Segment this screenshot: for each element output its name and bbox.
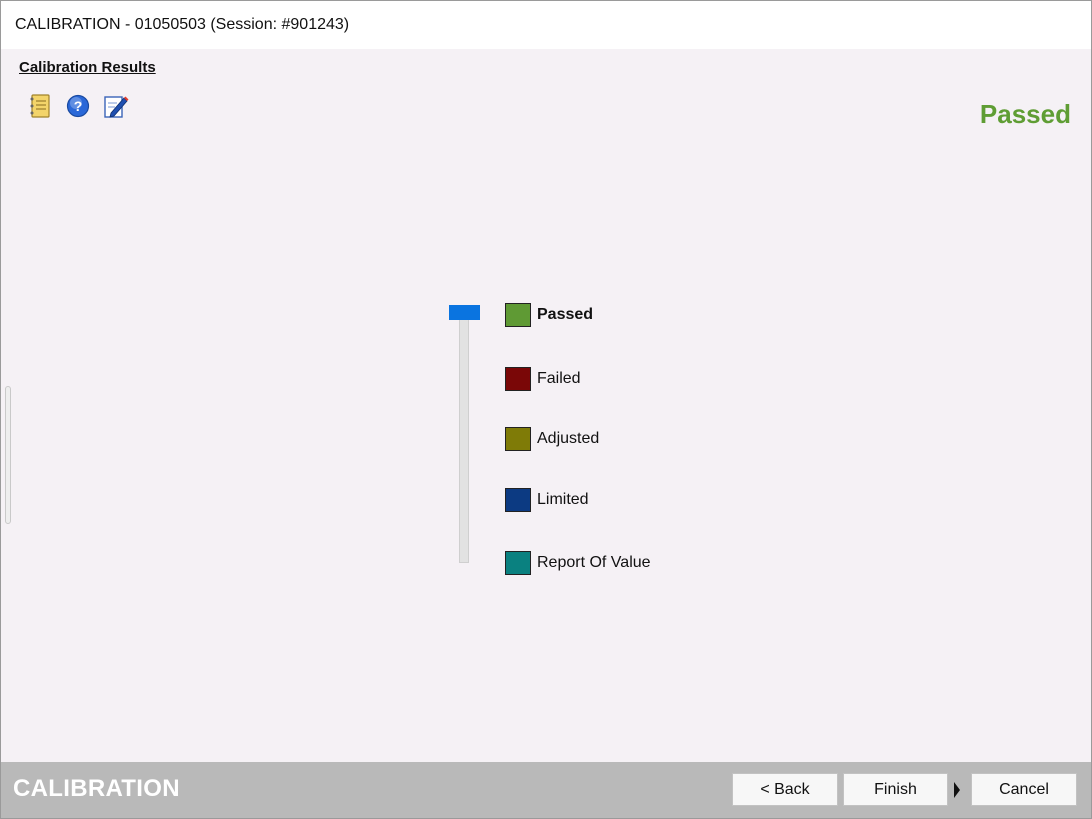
calibration-window: CALIBRATION - 01050503 (Session: #901243… <box>0 0 1092 819</box>
legend-item-limited: Limited <box>505 488 589 512</box>
legend-item-report-of-value: Report Of Value <box>505 551 651 575</box>
back-button[interactable]: < Back <box>732 773 838 806</box>
help-button[interactable]: ? <box>65 94 91 123</box>
content-area: Calibration Results ? Passed Passed Fail… <box>1 49 1091 762</box>
svg-text:?: ? <box>74 98 83 114</box>
cancel-button[interactable]: Cancel <box>971 773 1077 806</box>
status-slider-thumb[interactable] <box>449 305 480 320</box>
legend-item-failed: Failed <box>505 367 581 391</box>
legend-swatch-limited <box>505 488 531 512</box>
legend-swatch-adjusted <box>505 427 531 451</box>
notebook-icon <box>29 93 51 123</box>
legend-item-adjusted: Adjusted <box>505 427 599 451</box>
legend-label-passed: Passed <box>537 306 594 323</box>
edit-button[interactable] <box>103 95 129 121</box>
legend-swatch-failed <box>505 367 531 391</box>
legend-swatch-passed <box>505 303 531 327</box>
status-slider-track[interactable] <box>459 315 469 563</box>
window-title: CALIBRATION - 01050503 (Session: #901243… <box>15 16 350 33</box>
legend-label-report-of-value: Report Of Value <box>537 554 651 571</box>
focus-caret-icon <box>954 782 960 798</box>
finish-button[interactable]: Finish <box>843 773 948 806</box>
legend-label-adjusted: Adjusted <box>537 430 600 447</box>
title-bar: CALIBRATION - 01050503 (Session: #901243… <box>1 1 1091 49</box>
status-label: Passed <box>979 99 1071 129</box>
legend-item-passed: Passed <box>505 303 593 327</box>
legend-swatch-report-of-value <box>505 551 531 575</box>
left-resize-handle[interactable] <box>5 386 11 524</box>
help-icon: ? <box>66 94 90 123</box>
toolbar: ? <box>27 93 129 123</box>
section-title: Calibration Results <box>19 59 156 76</box>
legend-label-limited: Limited <box>537 491 589 508</box>
wizard-footer: CALIBRATION < Back Finish Cancel <box>1 762 1091 818</box>
legend-label-failed: Failed <box>537 370 581 387</box>
edit-icon <box>103 93 129 124</box>
footer-brand: CALIBRATION <box>13 775 180 802</box>
notebook-button[interactable] <box>27 93 53 123</box>
